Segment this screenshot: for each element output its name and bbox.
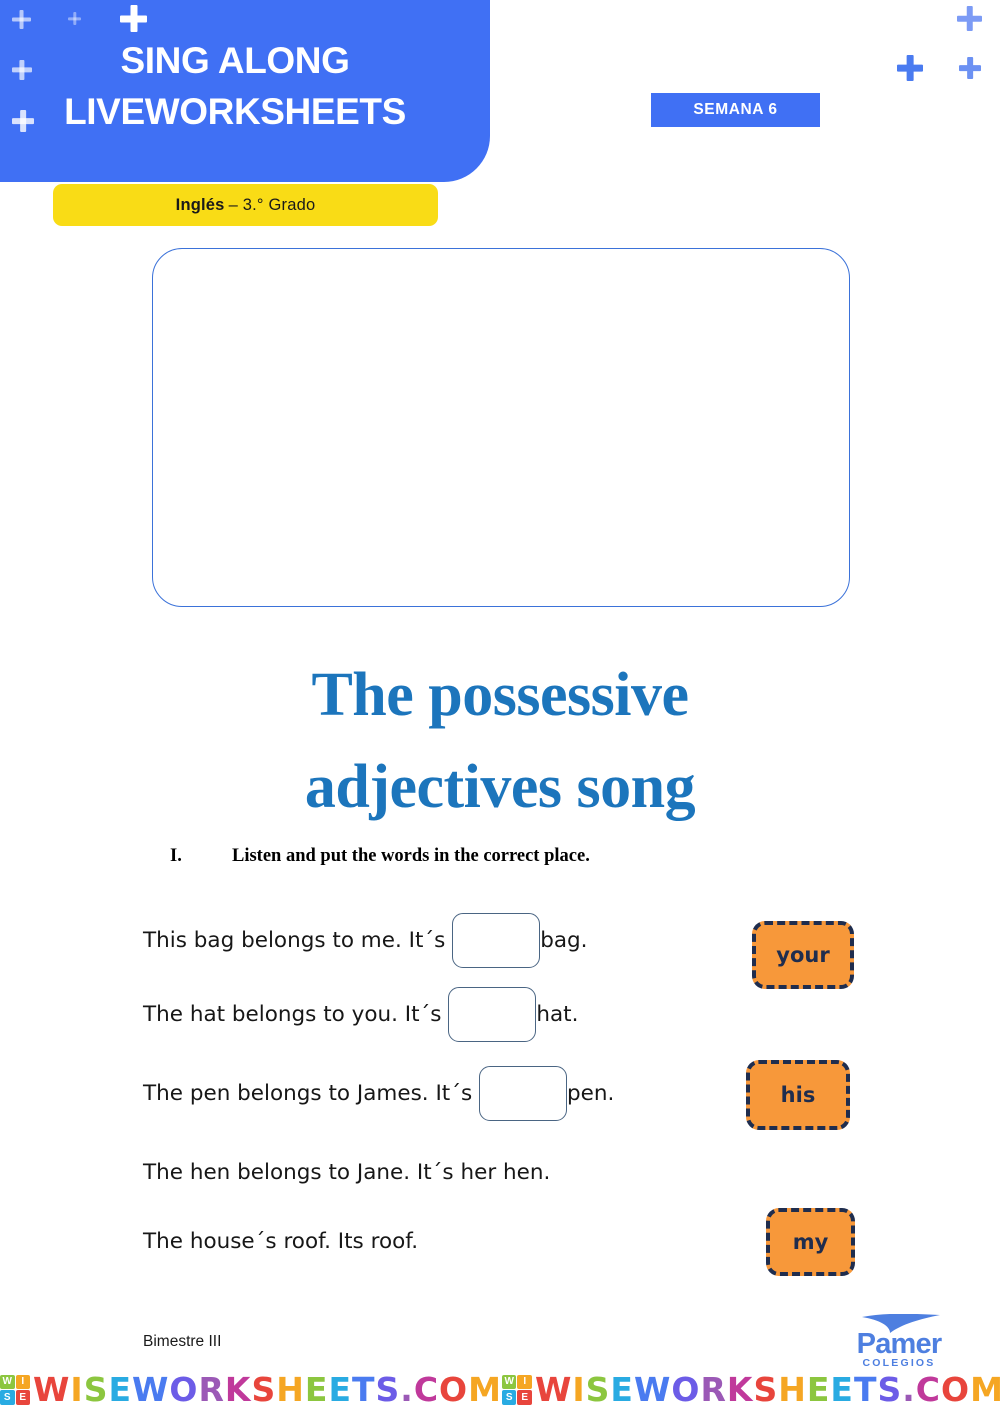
sentence-text-before: The hat belongs to you. It´s	[143, 1002, 449, 1027]
wise-logo-letter: W	[501, 1374, 517, 1389]
plus-decoration-icon	[68, 12, 81, 25]
wise-logo-letter: W	[0, 1374, 15, 1389]
media-embed-frame[interactable]	[152, 248, 850, 607]
draggable-word-chip[interactable]: my	[766, 1208, 855, 1276]
banner-title-line1: SING ALONG	[120, 40, 350, 81]
watermark-unit: W I S E WISEWORKSHEETS.COM	[0, 1373, 502, 1406]
sentence-text-before: The house´s roof. Its roof.	[143, 1228, 419, 1254]
sentence-row: The hat belongs to you. It´s hat.	[143, 975, 703, 1054]
sentence-row: This bag belongs to me. It´s bag.	[143, 905, 703, 975]
wise-logo-letter: I	[15, 1374, 30, 1389]
plus-decoration-icon	[120, 5, 147, 32]
plus-decoration-icon	[959, 57, 981, 79]
sentence-text-before: This bag belongs to me. It´s	[143, 927, 453, 953]
wise-logo-letter: S	[0, 1390, 15, 1405]
page-title: The possessive adjectives song	[120, 650, 880, 834]
watermark-unit: W I S E WISEWORKSHEETS.COM	[501, 1370, 1000, 1409]
grade-subject: Inglés	[175, 195, 225, 214]
banner-title-line2: LIVEWORKSHEETS	[64, 91, 406, 132]
exercise-number: I.	[170, 846, 182, 866]
pamer-logo: Pamer COLEGIOS	[840, 1314, 958, 1369]
watermark-strip: W I S E WISEWORKSHEETS.COM W I S E WISEW…	[0, 1366, 1000, 1413]
sentence-text-before: The hen belongs to Jane. It´s her hen.	[143, 1159, 551, 1185]
bimester-label: Bimestre III	[143, 1333, 222, 1350]
page-title-line2: adjectives song	[304, 752, 696, 821]
grade-badge: Inglés – 3.° Grado	[53, 184, 438, 226]
week-badge: SEMANA 6	[651, 93, 820, 127]
sentence-text-after: pen.	[567, 1081, 615, 1106]
sentence-list: This bag belongs to me. It´s bag. The ha…	[143, 905, 703, 1271]
instruction-text: Listen and put the words in the correct …	[232, 846, 590, 866]
header-banner: SING ALONG LIVEWORKSHEETS	[0, 0, 490, 182]
grade-level: – 3.° Grado	[228, 195, 316, 214]
sentence-text-after: hat.	[536, 1002, 579, 1027]
sentence-text-after: bag.	[540, 927, 588, 953]
answer-dropbox[interactable]	[452, 912, 541, 968]
instruction-line: I. Listen and put the words in the corre…	[170, 846, 870, 867]
sentence-row: The hen belongs to Jane. It´s her hen.	[143, 1133, 703, 1211]
sentence-row: The house´s roof. Its roof.	[143, 1211, 703, 1271]
wise-logo-letter: S	[501, 1390, 517, 1405]
wise-logo-icon: W I S E	[0, 1374, 30, 1405]
plus-decoration-icon	[12, 10, 31, 29]
banner-title: SING ALONG LIVEWORKSHEETS	[0, 42, 470, 130]
wise-logo-letter: E	[517, 1390, 532, 1405]
wise-logo-letter: I	[517, 1374, 532, 1389]
draggable-word-chip[interactable]: his	[746, 1060, 850, 1130]
sentence-row: The pen belongs to James. It´s pen.	[143, 1054, 703, 1133]
plus-decoration-icon	[957, 6, 982, 31]
wise-logo-icon: W I S E	[501, 1374, 532, 1405]
watermark-text: WISEWORKSHEETS.COM	[33, 1370, 502, 1409]
wise-logo-letter: E	[15, 1390, 30, 1405]
page-title-line1: The possessive	[311, 661, 689, 729]
sentence-text-before: The pen belongs to James. It´s	[143, 1081, 480, 1106]
answer-dropbox[interactable]	[479, 1066, 568, 1121]
answer-dropbox[interactable]	[448, 987, 537, 1042]
watermark-text: WISEWORKSHEETS.COM	[534, 1370, 1000, 1409]
plus-decoration-icon	[897, 55, 923, 81]
draggable-word-chip[interactable]: your	[752, 921, 854, 989]
